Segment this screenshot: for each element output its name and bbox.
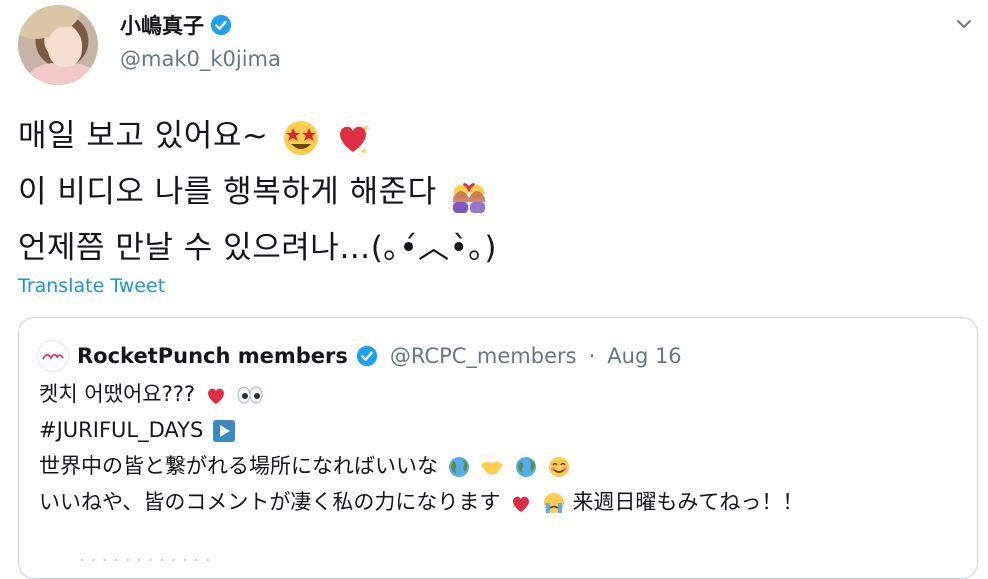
quoted-hashtag[interactable]: #JURIFUL_DAYS [39,418,203,442]
globe-emoji-icon [448,457,469,477]
quoted-line-text: いいねや、皆のコメントが凄く私の力になります [39,490,501,514]
tweet-text: 매일 보고 있어요~ 이 비디오 나를 행복하게 해준다 언제쯤 만날 수 있으… [18,108,497,276]
heart-emoji-icon [207,388,224,404]
quoted-line: 世界中の皆と繋がれる場所になればいいな [39,448,803,484]
quoted-author-name[interactable]: RocketPunch members [77,344,348,368]
globe-emoji-icon [516,457,537,477]
tweet-line: 매일 보고 있어요~ [18,108,497,164]
translate-tweet-link[interactable]: Translate Tweet [18,275,165,297]
tweet-line-text: 이 비디오 나를 행복하게 해준다 [18,174,437,210]
crying-face-emoji-icon [543,493,564,513]
verified-badge-icon [356,345,377,367]
chevron-down-icon[interactable] [954,14,974,34]
quoted-line: 켓치 어땠어요??? [39,376,803,412]
quoted-date[interactable]: Aug 16 [607,344,681,368]
quoted-separator: · [588,344,596,368]
tweet-line-text: 매일 보고 있어요~ [18,118,269,154]
author-name-row[interactable]: 小嶋真子 [120,10,232,40]
quoted-tweet-card[interactable]: RocketPunch members @RCPC_members · Aug … [18,317,978,579]
sparkling-heart-emoji-icon [340,123,371,154]
play-button-emoji-icon [212,420,235,442]
author-handle[interactable]: @mak0_k0jima [120,47,281,71]
smiling-face-emoji-icon [548,457,569,477]
quoted-tweet-header: RocketPunch members @RCPC_members · Aug … [37,340,682,372]
quoted-line: #JURIFUL_DAYS [39,412,803,448]
quoted-line-text: 来週日曜もみてねっ！！ [572,490,804,514]
tweet-line: 이 비디오 나를 행복하게 해준다 [18,164,497,220]
quoted-author-avatar[interactable] [37,340,69,372]
couple-with-heart-emoji-icon [453,182,486,213]
author-avatar[interactable] [18,5,98,85]
heart-emoji-icon [513,496,530,512]
quoted-line-text: 켓치 어땠어요??? [39,382,196,406]
quoted-line: いいねや、皆のコメントが凄く私の力になります 来週日曜もみてねっ！！ [39,484,803,520]
quoted-tweet-text: 켓치 어땠어요??? #JURIFUL_DAYS 世界中の皆と繋がれる場所になれ… [39,376,803,520]
quoted-author-handle[interactable]: @RCPC_members [390,344,577,368]
author-display-name[interactable]: 小嶋真子 [120,10,204,40]
handshake-emoji-icon [481,461,504,475]
eyes-emoji-icon [237,386,263,404]
quoted-overflow-text: · · · · · · · · · · · · [79,550,211,571]
verified-badge-icon [210,14,232,36]
star-struck-emoji-icon [283,120,318,155]
tweet-line-text: 언제쯤 만날 수 있으려나…(｡•́︿•̀｡) [18,230,498,266]
rocketpunch-logo-icon [42,353,64,360]
quoted-line-text: 世界中の皆と繋がれる場所になればいいな [39,454,438,478]
tweet-line: 언제쯤 만날 수 있으려나…(｡•́︿•̀｡) [18,220,497,276]
